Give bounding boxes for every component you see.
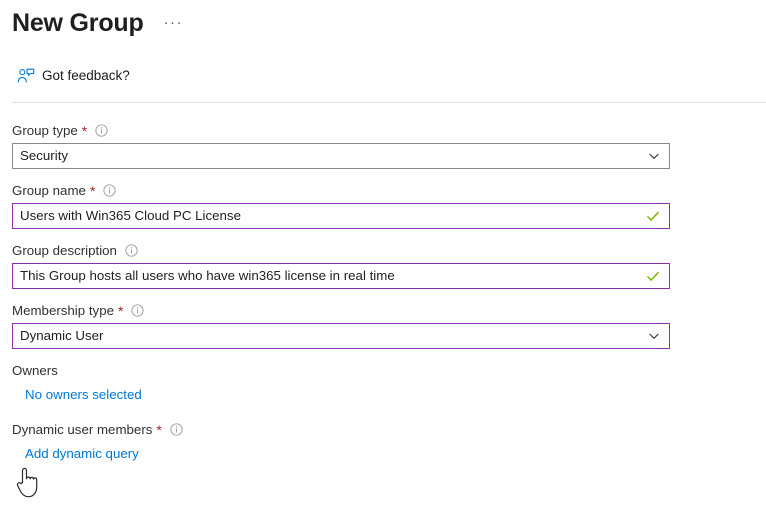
required-indicator: * xyxy=(118,303,124,319)
section-dynamic-user-members: Dynamic user members * Add dynamic query xyxy=(12,420,766,463)
dynamic-user-members-link[interactable]: Add dynamic query xyxy=(25,445,139,462)
info-icon[interactable] xyxy=(125,243,138,257)
info-icon[interactable] xyxy=(131,303,145,317)
chevron-down-icon[interactable] xyxy=(648,330,660,342)
got-feedback-label: Got feedback? xyxy=(42,68,130,83)
group-description-label-text: Group description xyxy=(12,242,117,258)
chevron-down-icon[interactable] xyxy=(648,150,660,162)
field-group-name: Group name * Users with Win365 Cloud PC Li… xyxy=(12,181,766,229)
group-name-label-text: Group name xyxy=(12,182,86,198)
group-type-value: Security xyxy=(20,148,69,163)
page-title: New Group xyxy=(12,9,144,37)
required-indicator: * xyxy=(81,123,88,139)
field-group-description: Group description This Group hosts all us… xyxy=(12,241,766,289)
got-feedback-button[interactable]: Got feedback? xyxy=(0,62,766,90)
group-description-label: Group description xyxy=(12,241,766,259)
owners-link[interactable]: No owners selected xyxy=(25,386,142,403)
valid-check-icon xyxy=(646,271,660,282)
page-header: New Group ··· xyxy=(0,0,766,46)
owners-label: Owners xyxy=(12,361,766,379)
feedback-person-icon xyxy=(17,68,35,83)
dynamic-user-members-label-text: Dynamic user members xyxy=(12,421,153,437)
dynamic-user-members-label: Dynamic user members * xyxy=(12,420,766,438)
new-group-form: Group type * Security Group name * Users with… xyxy=(0,103,766,463)
required-indicator: * xyxy=(156,422,162,438)
group-description-textbox[interactable]: This Group hosts all users who have win3… xyxy=(12,263,670,289)
membership-type-label-text: Membership type xyxy=(12,302,114,318)
info-icon[interactable] xyxy=(170,422,183,436)
group-name-value: Users with Win365 Cloud PC License xyxy=(20,208,241,223)
section-owners: Owners No owners selected xyxy=(12,361,766,404)
more-options-button[interactable]: ··· xyxy=(164,15,184,30)
pointing-hand-cursor xyxy=(16,467,38,498)
field-membership-type: Membership type * Dynamic User xyxy=(12,301,766,349)
valid-check-icon xyxy=(646,211,660,222)
owners-label-text: Owners xyxy=(12,362,58,378)
group-name-textbox[interactable]: Users with Win365 Cloud PC License xyxy=(12,203,670,229)
group-type-dropdown[interactable]: Security xyxy=(12,143,670,169)
group-description-value: This Group hosts all users who have win3… xyxy=(20,268,395,283)
group-type-label-text: Group type xyxy=(12,122,78,138)
info-icon[interactable] xyxy=(103,183,117,197)
field-group-type: Group type * Security xyxy=(12,121,766,169)
group-name-label: Group name * xyxy=(12,181,766,199)
membership-type-dropdown[interactable]: Dynamic User xyxy=(12,323,670,349)
info-icon[interactable] xyxy=(95,123,108,137)
membership-type-value: Dynamic User xyxy=(20,328,104,343)
group-type-label: Group type * xyxy=(12,121,766,139)
required-indicator: * xyxy=(89,183,96,199)
membership-type-label: Membership type * xyxy=(12,301,766,319)
